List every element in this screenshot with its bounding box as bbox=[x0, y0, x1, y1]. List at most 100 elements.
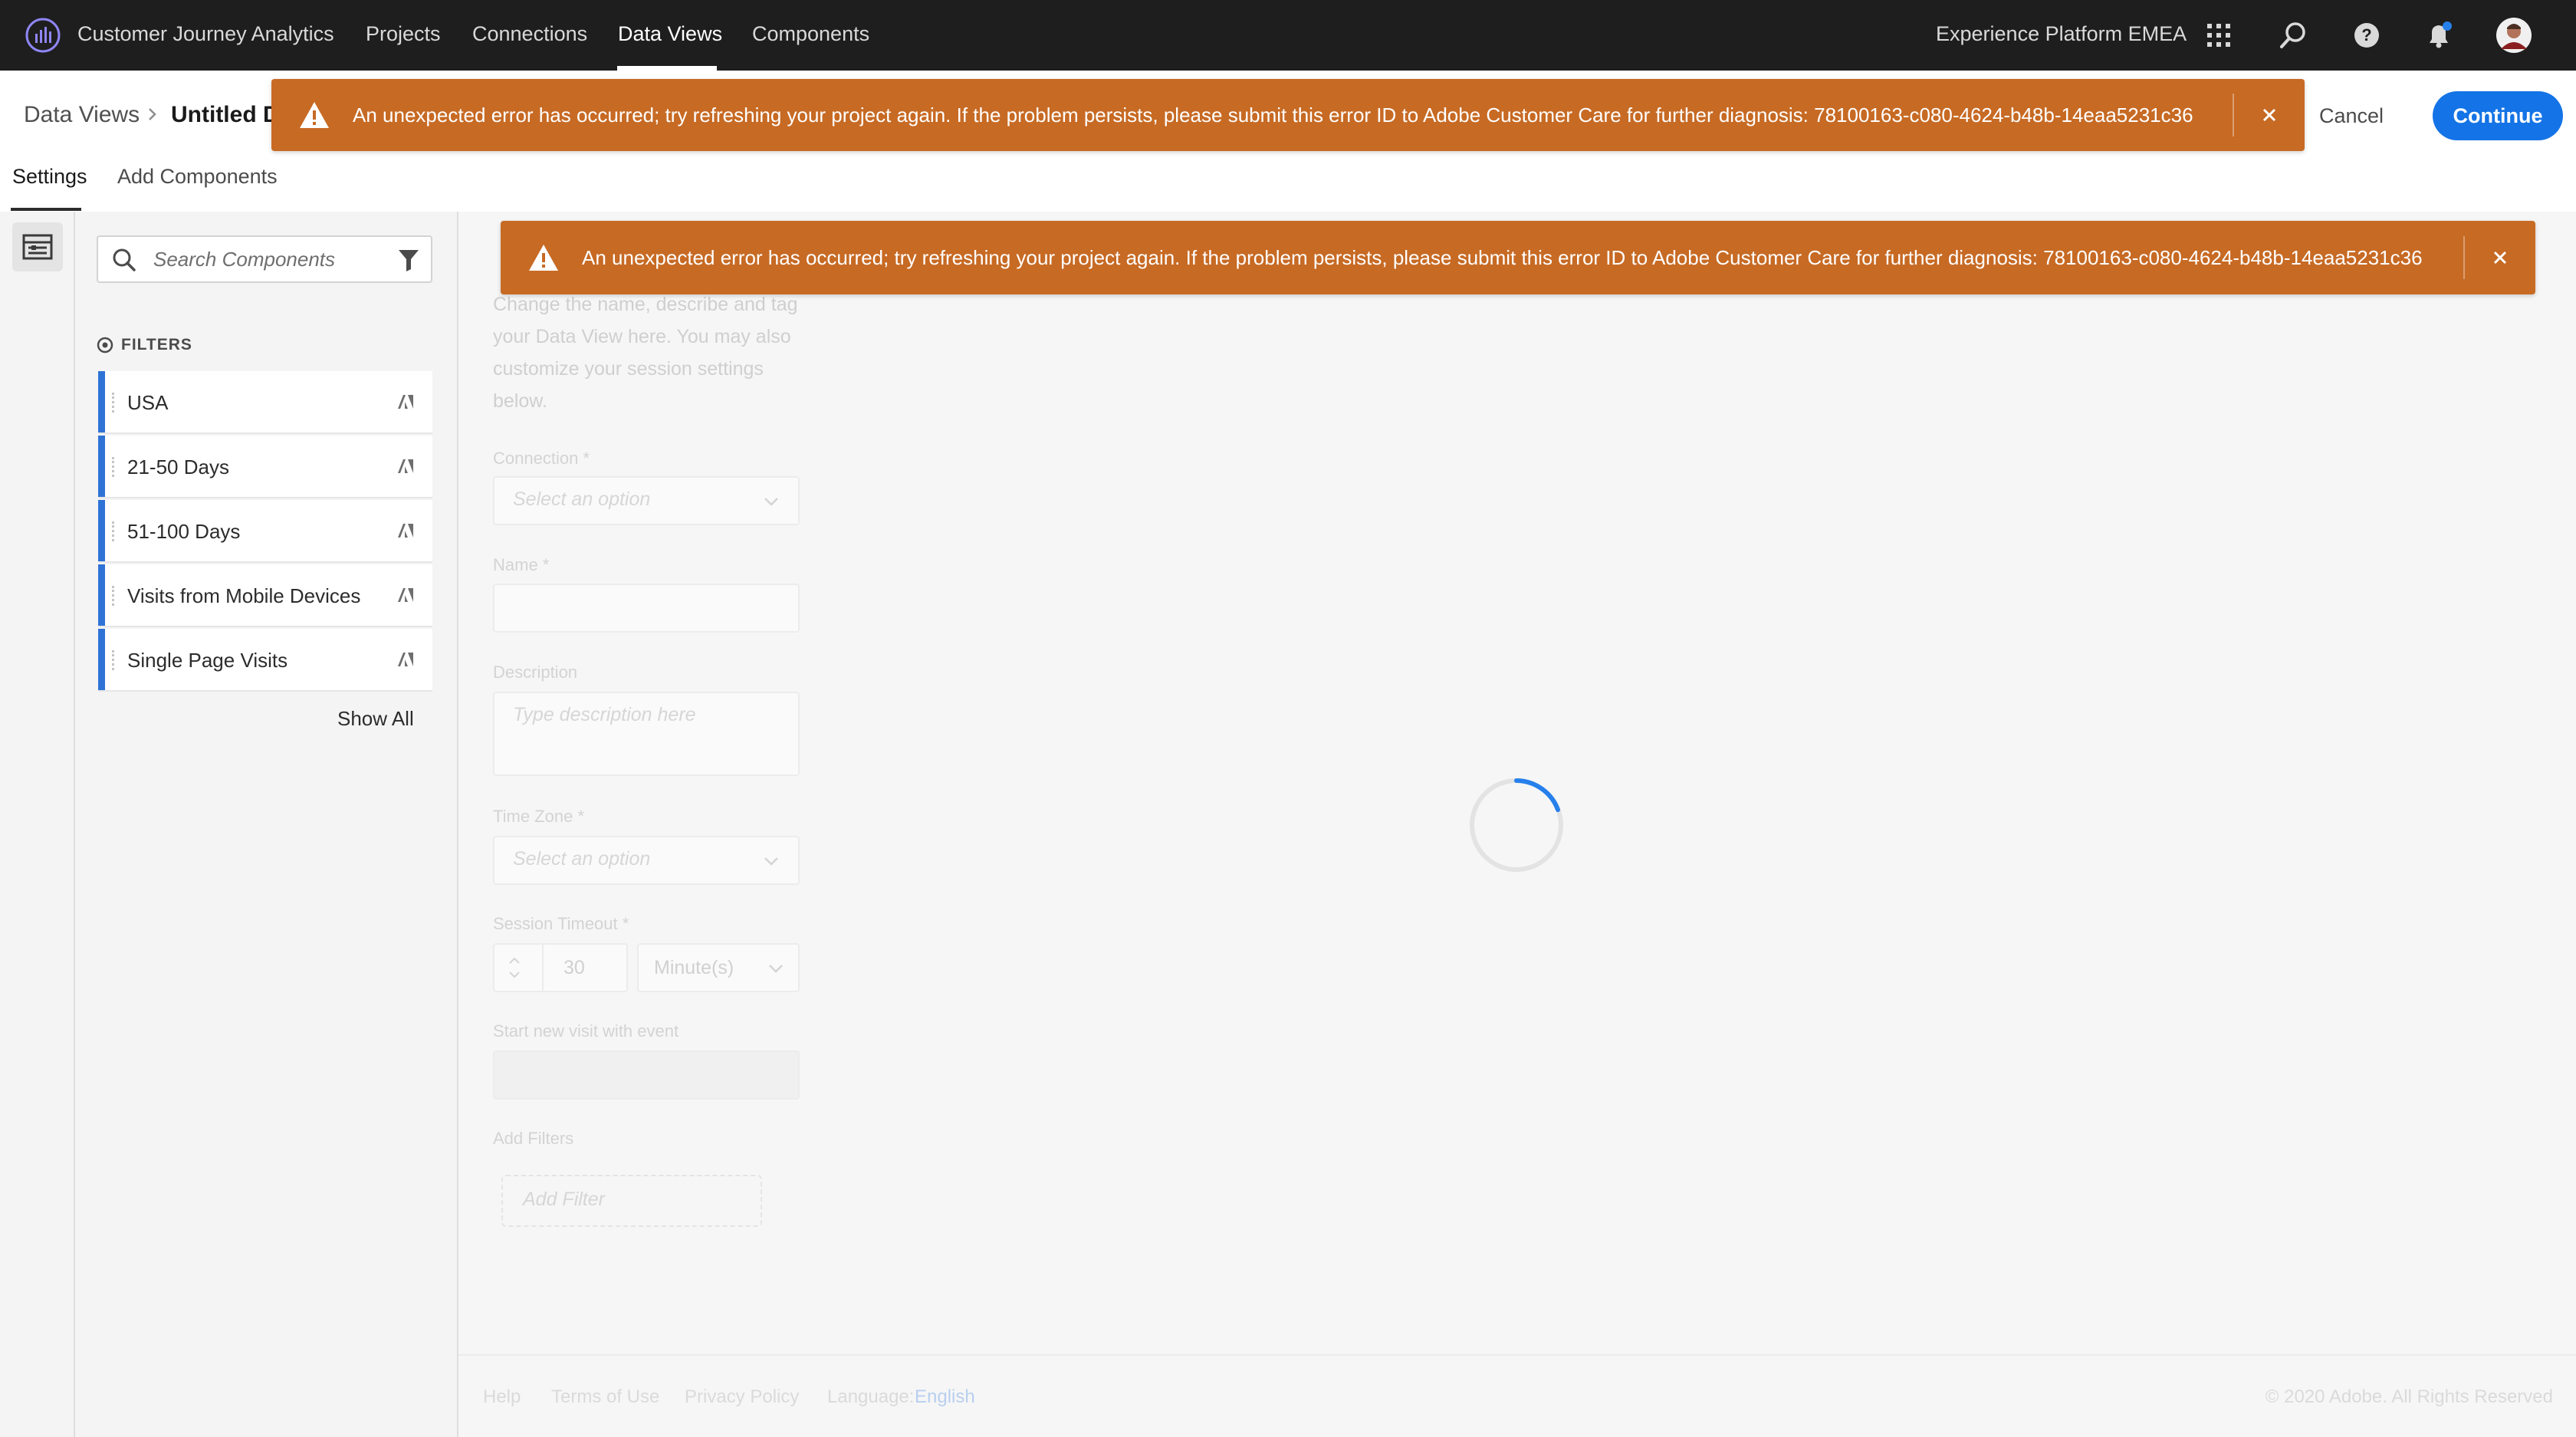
filter-item-single-page-visits[interactable]: Single Page Visits bbox=[98, 629, 432, 692]
cancel-button[interactable]: Cancel bbox=[2302, 92, 2401, 140]
notification-bell-icon[interactable] bbox=[2419, 15, 2459, 55]
connection-select[interactable]: Select an option bbox=[493, 476, 800, 525]
search-placeholder: Search Components bbox=[153, 248, 336, 271]
stepper-arrows-icon[interactable] bbox=[507, 952, 522, 987]
chevron-down-icon bbox=[767, 963, 784, 978]
adobe-logo-icon bbox=[396, 649, 416, 673]
components-panel-toggle[interactable] bbox=[12, 222, 63, 271]
filter-label: 51-100 Days bbox=[127, 520, 241, 543]
error-toast-header: An unexpected error has occurred; try re… bbox=[271, 79, 2305, 151]
footer-divider bbox=[458, 1354, 2576, 1356]
footer-terms-link[interactable]: Terms of Use bbox=[551, 1386, 659, 1408]
search-components-input[interactable]: Search Components bbox=[97, 235, 432, 283]
chevron-right-icon bbox=[147, 104, 158, 128]
adobe-logo-icon bbox=[396, 392, 416, 416]
new-visit-event-label: Start new visit with event bbox=[493, 1021, 679, 1041]
settings-intro-text: Change the name, describe and tag your D… bbox=[493, 294, 798, 412]
stepper-divider bbox=[542, 945, 544, 991]
session-timeout-value: 30 bbox=[564, 957, 585, 978]
filter-item-visits-from-mobile-devices[interactable]: Visits from Mobile Devices bbox=[98, 564, 432, 627]
adobe-logo-icon bbox=[396, 456, 416, 480]
product-name[interactable]: Customer Journey Analytics bbox=[77, 0, 334, 71]
warning-icon bbox=[521, 235, 567, 281]
close-icon[interactable] bbox=[2465, 222, 2535, 293]
nav-item-connections[interactable]: Connections bbox=[472, 0, 587, 71]
error-message: An unexpected error has occurred; try re… bbox=[353, 103, 2193, 127]
time-zone-placeholder: Select an option bbox=[513, 848, 651, 870]
chevron-down-icon bbox=[763, 856, 780, 870]
help-icon[interactable]: ? bbox=[2347, 15, 2387, 55]
chevron-down-icon bbox=[763, 496, 780, 511]
show-all-link[interactable]: Show All bbox=[337, 707, 414, 731]
filter-color-stripe bbox=[98, 371, 105, 432]
error-toast-main: An unexpected error has occurred; try re… bbox=[501, 221, 2535, 294]
adobe-logo-icon bbox=[396, 585, 416, 609]
search-icon[interactable] bbox=[2273, 15, 2313, 55]
add-filter-dropzone[interactable]: Add Filter bbox=[501, 1175, 762, 1227]
name-input[interactable] bbox=[493, 584, 800, 633]
user-avatar[interactable] bbox=[2494, 15, 2534, 55]
description-label: Description bbox=[493, 663, 578, 682]
drag-handle-icon[interactable] bbox=[112, 650, 117, 670]
filter-label: 21-50 Days bbox=[127, 455, 229, 478]
apps-grid-icon[interactable] bbox=[2199, 15, 2239, 55]
session-timeout-label: Session Timeout * bbox=[493, 914, 629, 933]
filter-label: Visits from Mobile Devices bbox=[127, 584, 361, 607]
time-zone-label: Time Zone * bbox=[493, 807, 585, 826]
top-navigation-bar: Customer Journey Analytics Projects Conn… bbox=[0, 0, 2576, 71]
footer-language-label: Language: bbox=[827, 1386, 915, 1407]
filters-section-icon bbox=[97, 337, 113, 353]
loading-spinner bbox=[1470, 778, 1563, 872]
left-rail bbox=[0, 212, 75, 1437]
filter-color-stripe bbox=[98, 436, 105, 497]
drag-handle-icon[interactable] bbox=[112, 521, 117, 541]
filter-item-51-100-days[interactable]: 51-100 Days bbox=[98, 500, 432, 563]
filter-item-usa[interactable]: USA bbox=[98, 371, 432, 434]
filters-heading: FILTERS bbox=[97, 336, 192, 354]
new-visit-event-input[interactable] bbox=[493, 1051, 800, 1100]
filter-funnel-icon[interactable] bbox=[397, 248, 420, 276]
filter-label: USA bbox=[127, 391, 169, 414]
nav-item-projects[interactable]: Projects bbox=[366, 0, 441, 71]
connection-label: Connection * bbox=[493, 449, 590, 468]
tab-add-components[interactable]: Add Components bbox=[117, 161, 278, 192]
nav-item-data-views[interactable]: Data Views bbox=[618, 0, 722, 71]
drag-handle-icon[interactable] bbox=[112, 586, 117, 606]
description-placeholder: Type description here bbox=[513, 704, 696, 725]
warning-icon bbox=[291, 92, 337, 138]
adobe-logo-icon bbox=[396, 521, 416, 544]
drag-handle-icon[interactable] bbox=[112, 457, 117, 477]
breadcrumb-data-views[interactable]: Data Views bbox=[24, 100, 140, 130]
connection-placeholder: Select an option bbox=[513, 488, 651, 510]
active-tab-indicator bbox=[11, 208, 81, 211]
description-textarea[interactable]: Type description here bbox=[493, 692, 800, 776]
nav-item-components[interactable]: Components bbox=[752, 0, 869, 71]
footer-help-link[interactable]: Help bbox=[483, 1386, 521, 1408]
error-message: An unexpected error has occurred; try re… bbox=[582, 245, 2423, 269]
org-switcher[interactable]: Experience Platform EMEA bbox=[1936, 0, 2187, 71]
search-icon bbox=[112, 248, 136, 276]
add-filters-label: Add Filters bbox=[493, 1129, 574, 1148]
footer-privacy-link[interactable]: Privacy Policy bbox=[685, 1386, 799, 1408]
tab-settings[interactable]: Settings bbox=[12, 161, 87, 192]
session-timeout-stepper[interactable]: 30 bbox=[493, 943, 628, 992]
continue-button[interactable]: Continue bbox=[2433, 91, 2563, 140]
drag-handle-icon[interactable] bbox=[112, 393, 117, 413]
filter-color-stripe bbox=[98, 564, 105, 626]
time-zone-select[interactable]: Select an option bbox=[493, 836, 800, 885]
svg-text:?: ? bbox=[2361, 25, 2371, 44]
filter-color-stripe bbox=[98, 500, 105, 561]
session-timeout-unit: Minute(s) bbox=[654, 957, 734, 978]
session-timeout-unit-select[interactable]: Minute(s) bbox=[637, 943, 800, 992]
footer-language-value[interactable]: English bbox=[915, 1386, 975, 1408]
filter-color-stripe bbox=[98, 629, 105, 690]
add-filter-placeholder: Add Filter bbox=[523, 1189, 605, 1210]
breadcrumb-current: Untitled D bbox=[171, 102, 280, 127]
name-label: Name * bbox=[493, 555, 550, 574]
filter-label: Single Page Visits bbox=[127, 649, 288, 672]
close-icon[interactable] bbox=[2234, 80, 2305, 150]
analytics-logo-icon[interactable] bbox=[23, 15, 63, 55]
components-icon bbox=[22, 234, 53, 260]
footer-copyright: © 2020 Adobe. All Rights Reserved bbox=[2265, 1386, 2553, 1407]
filter-item-21-50-days[interactable]: 21-50 Days bbox=[98, 436, 432, 498]
